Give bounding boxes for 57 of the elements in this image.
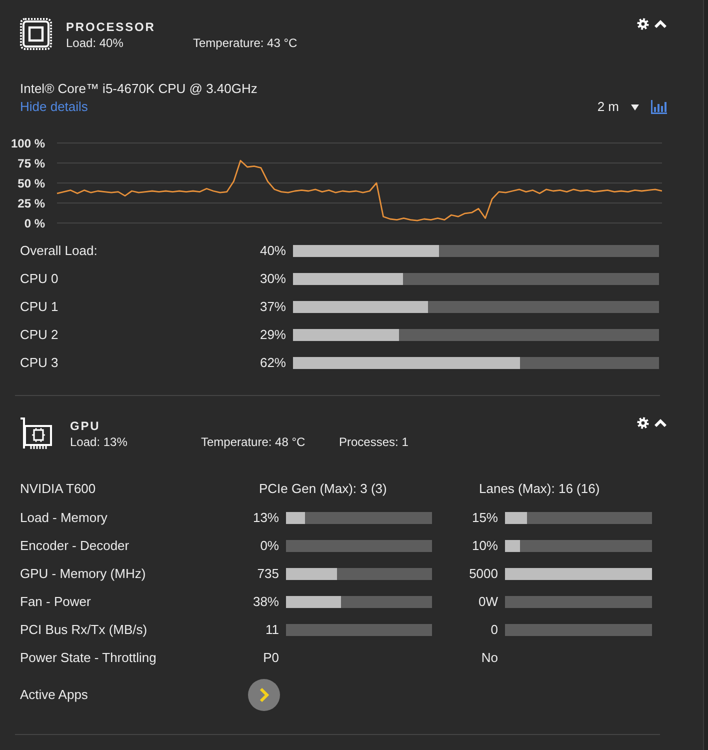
load-label: CPU 3 (20, 354, 60, 372)
load-value: 62% (258, 354, 286, 372)
gpu-model-text: NVIDIA T600 (20, 480, 97, 498)
metric-value: 0 (490, 621, 498, 640)
load-value: 37% (258, 298, 286, 316)
metric-value: 13% (252, 509, 279, 528)
load-label: CPU 2 (20, 326, 60, 344)
settings-icon[interactable] (637, 417, 649, 429)
metric-value: 0% (259, 537, 279, 556)
metric-value: 15% (470, 509, 498, 528)
stat-text: Temperature: 48 °C (201, 434, 306, 450)
load-label: Overall Load: (20, 242, 98, 260)
active-apps-label: Active Apps (20, 686, 89, 704)
metric-label: Power State - Throttling (20, 649, 158, 668)
metric-label: Fan - Power (20, 593, 92, 612)
metric-value: 38% (252, 593, 279, 612)
y-axis-label: 25 % (18, 196, 45, 210)
metric-value: 10% (470, 537, 498, 556)
cpu-chip-icon (20, 18, 52, 50)
metric-label: PCI Bus Rx/Tx (MB/s) (20, 621, 148, 640)
pcie-info-text: PCIe Gen (Max): 3 (3) (259, 480, 388, 498)
chevron-up-icon[interactable] (654, 418, 667, 428)
metric-value: 0W (478, 593, 498, 612)
bar-chart-icon[interactable] (651, 100, 667, 114)
metric-label: GPU - Memory (MHz) (20, 565, 147, 584)
metric-label: Encoder - Decoder (20, 537, 130, 556)
chevron-right-icon (258, 687, 270, 703)
metric-value: P0 (262, 649, 279, 668)
metric-label: Load - Memory (20, 509, 108, 528)
metric-value: 11 (264, 621, 279, 640)
stat-text: Load: 13% (70, 434, 128, 450)
cpu-model-text: Intel® Core™ i5-4670K CPU @ 3.40GHz (20, 80, 258, 98)
lanes-info-text: Lanes (Max): 16 (16) (479, 480, 600, 498)
metric-value: No (480, 649, 498, 668)
load-value: 29% (258, 326, 286, 344)
caret-down-icon (631, 104, 639, 110)
load-label: CPU 0 (20, 270, 60, 288)
expand-button[interactable] (248, 679, 280, 711)
stat-text: Processes: 1 (339, 434, 408, 450)
y-axis-label: 0 % (24, 216, 45, 230)
section-title: GPU (70, 418, 102, 434)
time-range-dropdown[interactable]: 2 m (597, 98, 639, 116)
metric-value: 5000 (468, 565, 498, 584)
stat-text: Load: 40% (66, 35, 124, 51)
settings-icon[interactable] (637, 18, 649, 30)
hide-details-link[interactable]: Hide details (20, 98, 88, 116)
y-axis-label: 100 % (10, 136, 45, 150)
metric-value: 735 (256, 565, 279, 584)
load-value: 40% (258, 242, 286, 260)
section-title: PROCESSOR (66, 19, 156, 35)
graphics-card-icon (20, 417, 52, 449)
y-axis-label: 75 % (18, 156, 45, 170)
y-axis-label: 50 % (18, 176, 45, 190)
load-value: 30% (258, 270, 286, 288)
stat-text: Temperature: 43 °C (193, 35, 298, 51)
chevron-up-icon[interactable] (654, 19, 667, 29)
load-label: CPU 1 (20, 298, 60, 316)
